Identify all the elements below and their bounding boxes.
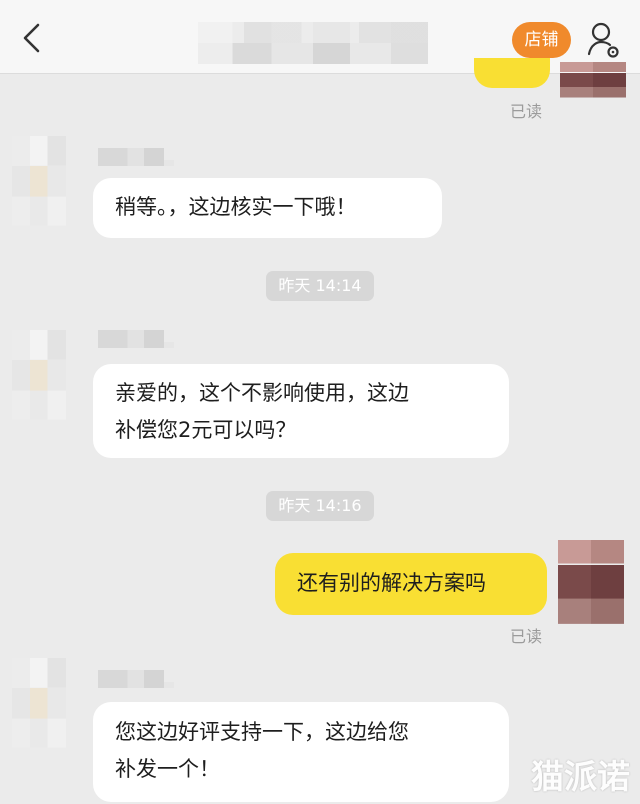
message-text-line: 亲爱的，这个不影响使用，这边	[115, 381, 409, 405]
seller-avatar	[12, 658, 66, 748]
seller-name-blurred	[98, 330, 174, 348]
message-text: 稍等。，这边核实一下哦！	[115, 195, 357, 219]
seller-avatar	[12, 136, 66, 226]
blurred-chat-title	[198, 22, 428, 64]
timestamp: 昨天 14:14	[266, 271, 374, 301]
store-button[interactable]: 店铺	[512, 22, 571, 58]
timestamp: 昨天 14:16	[266, 491, 374, 521]
my-avatar	[560, 62, 626, 98]
user-settings-icon[interactable]	[586, 20, 622, 60]
incoming-message-bubble: 亲爱的，这个不影响使用，这边 补偿您2元可以吗？	[93, 364, 509, 458]
seller-avatar	[12, 330, 66, 420]
seller-name-blurred	[98, 670, 174, 688]
watermark: 猫派诺	[531, 757, 630, 796]
incoming-message-bubble: 您这边好评支持一下，这边给您 补发一个！	[93, 702, 509, 802]
outgoing-message-bubble-partial	[474, 58, 550, 88]
message-text-line: 您这边好评支持一下，这边给您	[115, 720, 409, 744]
incoming-message-bubble: 稍等。，这边核实一下哦！	[93, 178, 442, 238]
seller-name-blurred	[98, 148, 174, 166]
read-status: 已读	[510, 102, 543, 121]
read-status: 已读	[510, 627, 543, 646]
my-avatar	[558, 540, 624, 624]
chevron-left-icon[interactable]	[18, 22, 46, 54]
message-text: 还有别的解决方案吗	[297, 571, 486, 595]
message-text-line: 补发一个！	[115, 757, 220, 781]
outgoing-message-bubble: 还有别的解决方案吗	[275, 553, 547, 615]
message-text-line: 补偿您2元可以吗？	[115, 418, 297, 442]
